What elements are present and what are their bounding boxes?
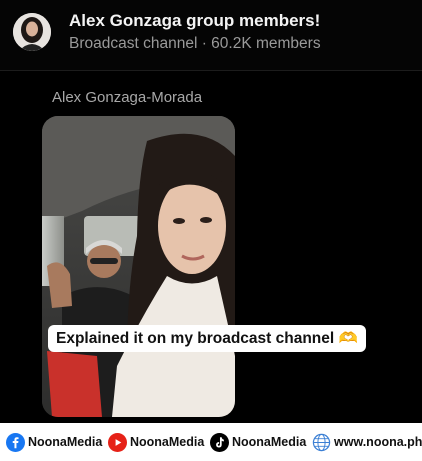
channel-avatar[interactable]	[13, 13, 51, 51]
footer-bar: NoonaMedia NoonaMedia NoonaMedia www.noo…	[0, 423, 422, 461]
footer-youtube-label: NoonaMedia	[130, 435, 205, 449]
footer-tiktok[interactable]: NoonaMedia	[210, 432, 306, 452]
message-sender: Alex Gonzaga-Morada	[52, 89, 203, 106]
tiktok-icon	[210, 432, 229, 452]
channel-header[interactable]: Alex Gonzaga group members! Broadcast ch…	[0, 0, 422, 71]
globe-icon	[312, 433, 331, 451]
footer-facebook-label: NoonaMedia	[28, 435, 103, 449]
car-selfie-image	[42, 116, 235, 417]
channel-subtitle: Broadcast channel · 60.2K members	[69, 35, 321, 52]
heart-hands-emoji: 🫶	[338, 330, 358, 347]
caption-banner: Explained it on my broadcast channel 🫶	[48, 325, 366, 352]
footer-tiktok-label: NoonaMedia	[232, 435, 307, 449]
avatar-image	[13, 13, 51, 51]
footer-facebook[interactable]: NoonaMedia	[6, 432, 102, 452]
caption-text: Explained it on my broadcast channel	[56, 330, 335, 347]
footer-website-label: www.noona.ph	[334, 435, 422, 449]
footer-website[interactable]: www.noona.ph	[312, 432, 422, 452]
footer-youtube[interactable]: NoonaMedia	[108, 432, 204, 452]
facebook-icon	[6, 432, 25, 452]
channel-title: Alex Gonzaga group members!	[69, 11, 321, 30]
message-photo[interactable]	[42, 116, 235, 417]
youtube-icon	[108, 432, 127, 452]
